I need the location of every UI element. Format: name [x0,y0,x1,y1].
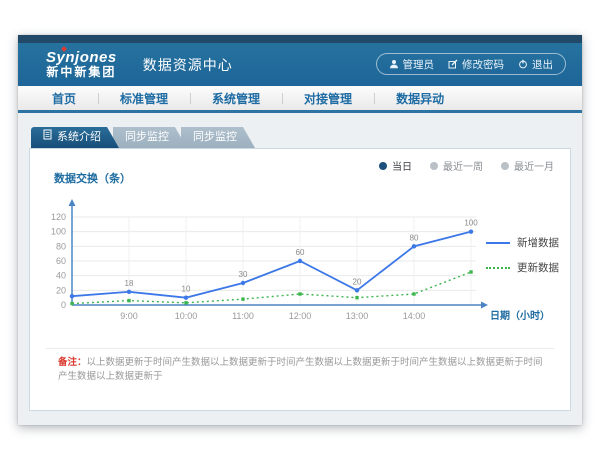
legend-entry-new-data: 新增数据 [486,235,559,250]
change-password-button[interactable]: 修改密码 [448,57,504,72]
page-title: 数据资源中心 [139,55,233,75]
company-logo: Synjones 新中新集团 [46,50,117,78]
logo-company-name: 新中新集团 [46,66,117,79]
current-user[interactable]: 管理员 [389,57,435,72]
svg-text:80: 80 [410,233,419,242]
svg-text:40: 40 [56,271,66,281]
svg-text:20: 20 [56,285,66,295]
edit-icon [448,59,458,69]
radio-dot [379,162,387,170]
legend-line-dotted [486,267,510,269]
svg-text:10: 10 [182,285,191,294]
footnote-text: 以上数据更新于时间产生数据以上数据更新于时间产生数据以上数据更新于时间产生数据以… [58,357,543,382]
tab-sync-monitor-2[interactable]: 同步监控 [181,127,255,148]
svg-text:日期（小时）: 日期（小时） [490,309,550,322]
top-strip [18,35,582,43]
nav-item-data-changes[interactable]: 数据异动 [374,90,466,107]
note-divider [46,348,554,349]
radio-dot [430,162,438,170]
svg-text:14:00: 14:00 [403,311,426,321]
nav-item-home[interactable]: 首页 [30,90,98,107]
user-icon [389,59,399,69]
nav-item-standard-mgmt[interactable]: 标准管理 [98,90,190,107]
user-bar: 管理员 修改密码 退出 [376,53,567,75]
svg-text:80: 80 [56,241,66,251]
radio-last-week[interactable]: 最近一周 [430,158,483,173]
svg-text:11:00: 11:00 [232,311,254,321]
svg-text:60: 60 [296,248,305,257]
footnote: 备注：以上数据更新于时间产生数据以上数据更新于时间产生数据以上数据更新于时间产生… [58,356,552,385]
svg-text:13:00: 13:00 [346,311,369,321]
y-axis-title: 数据交换（条） [54,170,131,186]
footnote-prefix: 备注： [58,357,87,368]
logout-button[interactable]: 退出 [518,57,553,72]
svg-text:100: 100 [464,219,478,228]
svg-text:30: 30 [239,270,248,279]
document-icon [43,127,52,148]
chart-legend: 新增数据 更新数据 [486,235,559,285]
radio-today[interactable]: 当日 [379,158,412,173]
main-nav: 首页 标准管理 系统管理 对接管理 数据异动 [18,86,582,113]
svg-text:12:00: 12:00 [289,311,312,321]
power-icon [518,59,528,69]
svg-text:20: 20 [353,277,362,286]
radio-dot [501,162,509,170]
radio-last-month[interactable]: 最近一月 [501,158,554,173]
svg-text:18: 18 [125,279,134,288]
time-range-filter: 当日 最近一周 最近一月 [379,158,554,173]
tab-sync-monitor-1[interactable]: 同步监控 [113,127,187,148]
logo-red-spark: y [57,49,66,66]
svg-text:10:00: 10:00 [175,311,198,321]
tab-bar: 系统介绍 同步监控 同步监控 [31,127,571,148]
svg-text:60: 60 [56,256,66,266]
legend-entry-updated-data: 更新数据 [486,260,559,275]
svg-text:100: 100 [51,227,66,237]
nav-item-interface-mgmt[interactable]: 对接管理 [282,90,374,107]
legend-line-solid [486,242,510,244]
svg-text:0: 0 [61,300,66,310]
svg-text:120: 120 [51,212,66,222]
logo-brand: Synjones [46,50,117,66]
app-window: Synjones 新中新集团 数据资源中心 管理员 修改密码 退出 [18,35,582,425]
content-area: 系统介绍 同步监控 同步监控 当日 最近一周 最近一月 数据交 [18,113,582,425]
tab-system-intro[interactable]: 系统介绍 [31,127,119,148]
nav-item-system-mgmt[interactable]: 系统管理 [190,90,282,107]
svg-text:9:00: 9:00 [120,311,138,321]
app-header: Synjones 新中新集团 数据资源中心 管理员 修改密码 退出 [18,43,582,86]
chart-panel: 当日 最近一周 最近一月 数据交换（条） 0 20 40 60 80 100 120 9:00… [29,148,571,411]
